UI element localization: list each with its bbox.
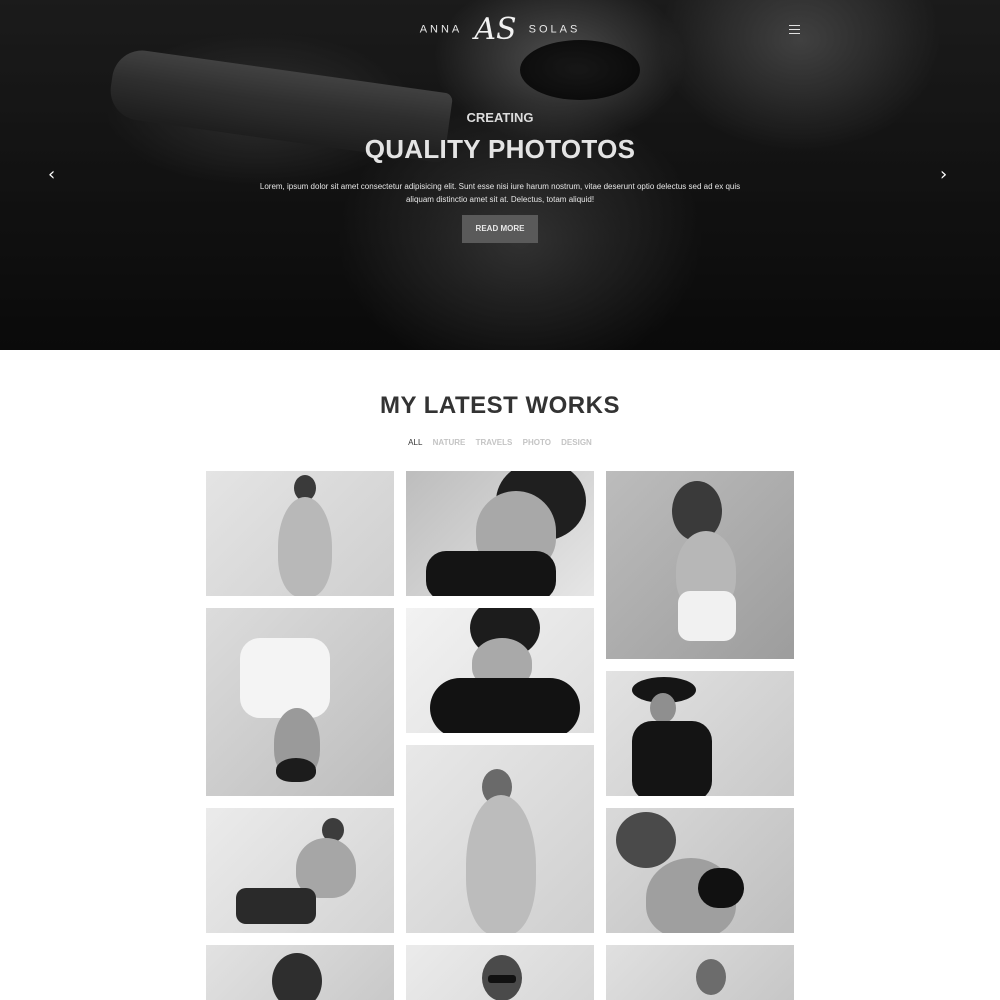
hamburger-menu-icon[interactable] (789, 25, 800, 34)
portfolio-item[interactable] (606, 945, 794, 1000)
filter-all[interactable]: ALL (408, 438, 422, 447)
filter-photo[interactable]: PHOTO (523, 438, 551, 447)
hero-slider: ANNA AS SOLAS ‹ › CREATING QUALITY PHOTO… (0, 0, 1000, 350)
filter-design[interactable]: DESIGN (561, 438, 592, 447)
logo-monogram: AS (474, 12, 517, 47)
hero-description: Lorem, ipsum dolor sit amet consectetur … (259, 182, 741, 204)
portfolio-item[interactable] (406, 608, 594, 733)
hero-title: QUALITY PHOTOTOS (364, 134, 636, 164)
portfolio-item[interactable] (206, 471, 394, 596)
portfolio-item[interactable] (406, 745, 594, 933)
portfolio-filters: ALL NATURE TRAVELS PHOTO DESIGN (0, 438, 1000, 447)
portfolio-item[interactable] (606, 471, 794, 659)
portfolio-item[interactable] (406, 945, 594, 1000)
read-more-button[interactable]: READ MORE (462, 215, 538, 243)
hero-overlay (0, 0, 1000, 350)
logo-first-name: ANNA (419, 23, 463, 36)
portfolio-item[interactable] (206, 808, 394, 933)
site-logo[interactable]: ANNA AS SOLAS (0, 12, 1000, 47)
chevron-right-icon[interactable]: › (940, 166, 954, 184)
portfolio-item[interactable] (406, 471, 594, 596)
logo-last-name: SOLAS (528, 23, 581, 36)
works-title: MY LATEST WORKS (380, 392, 620, 419)
portfolio-item[interactable] (606, 808, 794, 933)
hero-subtitle: CREATING (466, 110, 534, 125)
filter-travels[interactable]: TRAVELS (476, 438, 513, 447)
portfolio-item[interactable] (606, 671, 794, 796)
portfolio-item[interactable] (206, 945, 394, 1000)
filter-nature[interactable]: NATURE (433, 438, 466, 447)
portfolio-item[interactable] (206, 608, 394, 796)
chevron-left-icon[interactable]: ‹ (48, 166, 62, 184)
